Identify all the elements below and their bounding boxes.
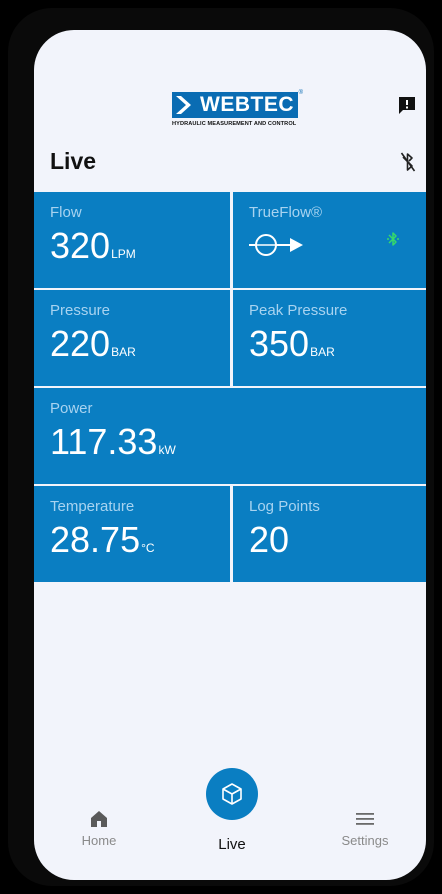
page-title: Live bbox=[50, 148, 97, 174]
pressure-value: 220 bbox=[50, 323, 111, 364]
power-value: 117.33 bbox=[50, 421, 158, 462]
log-points-value: 20 bbox=[249, 519, 290, 560]
phone-frame: WEBTEC ® HYDRAULIC MEASUREMENT AND CONTR… bbox=[8, 8, 434, 886]
home-icon bbox=[91, 811, 107, 827]
app-screen: WEBTEC ® HYDRAULIC MEASUREMENT AND CONTR… bbox=[34, 30, 426, 880]
flow-unit: LPM bbox=[111, 247, 136, 261]
power-tile[interactable]: Power 117.33kW bbox=[34, 388, 426, 484]
trueflow-tile[interactable]: TrueFlow® bbox=[233, 192, 426, 288]
bluetooth-disabled-icon[interactable] bbox=[400, 151, 416, 173]
pressure-unit: BAR bbox=[111, 345, 136, 359]
power-value-group: 117.33kW bbox=[50, 421, 176, 471]
nav-settings[interactable]: Settings bbox=[325, 808, 405, 848]
nav-home-label: Home bbox=[81, 833, 117, 848]
temperature-value: 28.75 bbox=[50, 519, 141, 560]
nav-live-label: Live bbox=[218, 836, 246, 853]
bluetooth-connected-icon bbox=[387, 232, 399, 246]
pressure-label: Pressure bbox=[50, 302, 111, 319]
bottom-nav: Home Live Settings bbox=[34, 768, 426, 880]
app-header: WEBTEC ® HYDRAULIC MEASUREMENT AND CONTR… bbox=[34, 30, 426, 190]
peak-pressure-unit: BAR bbox=[310, 345, 335, 359]
live-fab-button[interactable] bbox=[206, 768, 258, 820]
nav-settings-label: Settings bbox=[341, 833, 389, 848]
logo-chevron-icon bbox=[176, 96, 191, 114]
menu-icon bbox=[356, 813, 374, 825]
peak-pressure-tile[interactable]: Peak Pressure 350BAR bbox=[233, 290, 426, 386]
pressure-value-group: 220BAR bbox=[50, 323, 136, 373]
logo-bar: WEBTEC bbox=[172, 92, 298, 118]
flow-value-group: 320LPM bbox=[50, 225, 136, 275]
temperature-label: Temperature bbox=[50, 498, 135, 515]
trueflow-label: TrueFlow® bbox=[249, 204, 323, 221]
temperature-unit: °C bbox=[141, 541, 155, 555]
flow-value: 320 bbox=[50, 225, 111, 266]
pressure-tile[interactable]: Pressure 220BAR bbox=[34, 290, 230, 386]
logo-wordmark: WEBTEC bbox=[200, 93, 294, 116]
flow-label: Flow bbox=[50, 204, 82, 221]
flow-meter-icon bbox=[249, 234, 303, 256]
webtec-logo: WEBTEC ® HYDRAULIC MEASUREMENT AND CONTR… bbox=[172, 90, 303, 136]
peak-pressure-value-group: 350BAR bbox=[249, 323, 335, 373]
cube-icon bbox=[222, 783, 242, 805]
power-unit: kW bbox=[158, 443, 176, 457]
peak-pressure-value: 350 bbox=[249, 323, 310, 364]
peak-pressure-label: Peak Pressure bbox=[249, 302, 348, 319]
nav-home[interactable]: Home bbox=[59, 808, 139, 848]
temperature-tile[interactable]: Temperature 28.75°C bbox=[34, 486, 230, 582]
logo-registered-mark: ® bbox=[298, 90, 303, 96]
logo-tagline: HYDRAULIC MEASUREMENT AND CONTROL bbox=[172, 121, 297, 127]
temperature-value-group: 28.75°C bbox=[50, 519, 155, 569]
log-points-tile[interactable]: Log Points 20 bbox=[233, 486, 426, 582]
feedback-icon[interactable] bbox=[397, 95, 417, 115]
flow-tile[interactable]: Flow 320LPM bbox=[34, 192, 230, 288]
nav-live[interactable]: Live bbox=[192, 768, 272, 853]
power-label: Power bbox=[50, 400, 93, 417]
log-points-label: Log Points bbox=[249, 498, 320, 515]
